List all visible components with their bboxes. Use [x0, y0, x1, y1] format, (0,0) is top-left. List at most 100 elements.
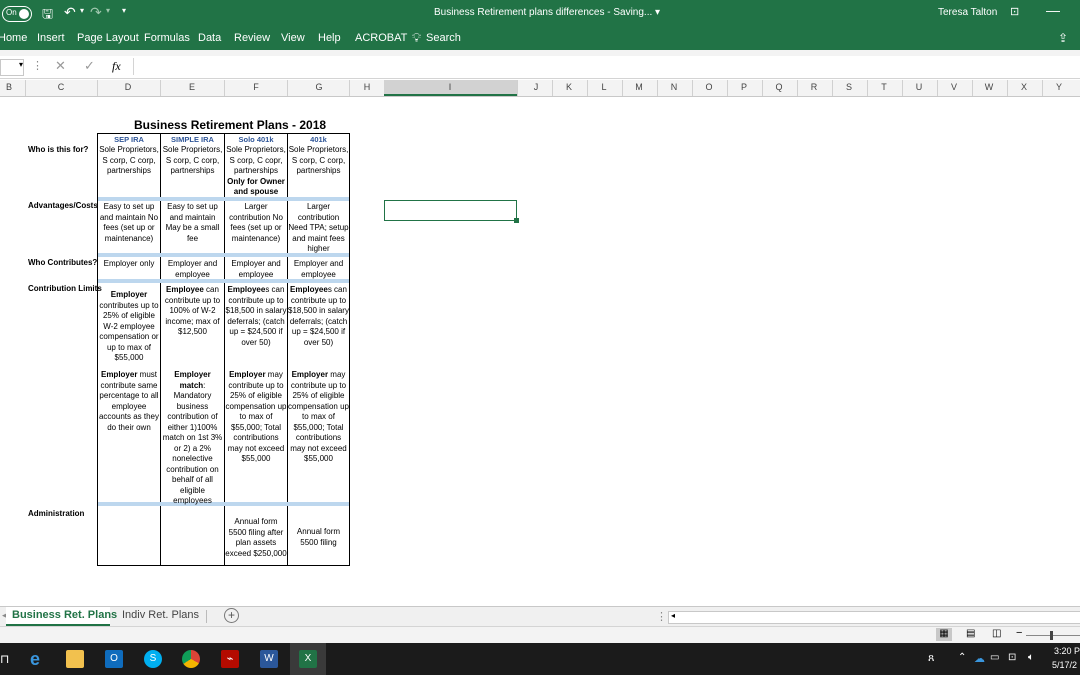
tray-chevron-icon[interactable]: ⌃ [958, 652, 966, 663]
task-view-icon[interactable]: ⊓ [0, 652, 9, 666]
user-name[interactable]: Teresa Talton [938, 7, 997, 18]
customize-qat-icon[interactable]: ▾ [122, 6, 126, 15]
cell-contrib-401k[interactable]: Employer and employee [288, 259, 349, 280]
col-header-u[interactable]: U [913, 82, 925, 92]
cell-who-sep[interactable]: Sole Proprietors, S corp, C corp, partne… [98, 145, 160, 177]
normal-view-icon[interactable]: ▦ [936, 628, 952, 641]
autosave-toggle[interactable]: On [2, 6, 32, 22]
cell-limits2-401k[interactable]: Employer may contribute up to 25% of eli… [288, 370, 349, 465]
col-header-v[interactable]: V [948, 82, 960, 92]
edge-icon[interactable]: e [30, 650, 48, 668]
sheet-tab-indiv-ret-plans[interactable]: Indiv Ret. Plans [122, 609, 199, 621]
page-layout-view-icon[interactable]: ▤ [966, 628, 975, 639]
cell-admin-solo[interactable]: Annual form 5500 filing after plan asset… [225, 517, 287, 559]
cancel-icon[interactable]: ✕ [55, 58, 66, 74]
redo-icon[interactable]: ↷ [90, 4, 102, 21]
cell-contrib-solo[interactable]: Employer and employee [225, 259, 287, 280]
tab-data[interactable]: Data [198, 32, 221, 44]
redo-dropdown-icon[interactable]: ▾ [106, 6, 110, 15]
volume-icon[interactable]: 🔈︎ [1028, 652, 1034, 663]
col-header-i-selected[interactable]: I [384, 80, 517, 96]
excel-icon[interactable]: X [299, 650, 317, 668]
file-explorer-icon[interactable] [66, 650, 84, 668]
cell-contrib-sep[interactable]: Employer only [98, 259, 160, 270]
share-icon[interactable]: ⇪ [1058, 31, 1068, 45]
col-header-m[interactable]: M [633, 82, 645, 92]
name-box[interactable]: ▾ [0, 59, 24, 76]
save-icon[interactable]: 🖫 [42, 5, 53, 27]
word-icon[interactable]: W [260, 650, 278, 668]
col-header-s[interactable]: S [843, 82, 855, 92]
undo-icon[interactable]: ↶ [64, 4, 76, 21]
col-header-n[interactable]: N [668, 82, 680, 92]
cell-contrib-simple[interactable]: Employer and employee [161, 259, 224, 280]
cell-who-solo[interactable]: Sole Proprietors, S corp, C copr, partne… [225, 145, 287, 198]
col-header-b[interactable]: B [4, 82, 14, 92]
col-header-x[interactable]: X [1018, 82, 1030, 92]
insert-function-icon[interactable]: fx [112, 59, 121, 74]
enter-icon[interactable]: ✓ [84, 58, 95, 74]
zoom-slider[interactable] [1026, 635, 1080, 636]
cell-limits2-solo[interactable]: Employer may contribute up to 25% of eli… [225, 370, 287, 465]
zoom-slider-thumb[interactable] [1050, 631, 1053, 640]
cell-limits2-simple[interactable]: Employer match: Mandatory business contr… [161, 370, 224, 507]
ribbon-display-icon[interactable]: ⊡ [1010, 5, 1019, 18]
clock-time[interactable]: 3:20 P [1054, 646, 1080, 656]
zoom-out-icon[interactable]: − [1016, 627, 1022, 639]
cell-limits1-simple[interactable]: Employee can contribute up to 100% of W-… [161, 285, 224, 338]
onedrive-icon[interactable]: ☁ [974, 652, 985, 665]
chrome-icon[interactable] [182, 650, 200, 668]
tab-page-layout[interactable]: Page Layout [77, 32, 139, 44]
acrobat-icon[interactable]: ⌁ [221, 650, 239, 668]
col-header-e[interactable]: E [186, 82, 198, 92]
cell-admin-401k[interactable]: Annual form 5500 filing [288, 527, 349, 548]
cell-adv-simple[interactable]: Easy to set up and maintain May be a sma… [161, 202, 224, 244]
formula-input[interactable] [133, 58, 1080, 75]
selected-cell[interactable] [384, 200, 519, 223]
col-header-k[interactable]: K [563, 82, 575, 92]
people-icon[interactable]: ጸ [928, 652, 934, 665]
clock-date[interactable]: 5/17/2 [1052, 660, 1077, 670]
col-header-q[interactable]: Q [773, 82, 785, 92]
col-header-t[interactable]: T [878, 82, 890, 92]
tab-review[interactable]: Review [234, 32, 270, 44]
cell-who-simple[interactable]: Sole Proprietors, S corp, C corp, partne… [161, 145, 224, 177]
col-header-y[interactable]: Y [1053, 82, 1065, 92]
col-header-h[interactable]: H [361, 82, 373, 92]
skype-icon[interactable]: S [144, 650, 162, 668]
col-header-o[interactable]: O [703, 82, 715, 92]
cell-adv-sep[interactable]: Easy to set up and maintain No fees (set… [98, 202, 160, 244]
sheet-tab-business-ret-plans[interactable]: Business Ret. Plans [6, 607, 117, 626]
col-header-j[interactable]: J [530, 82, 542, 92]
cell-limits1-solo[interactable]: Employees can contribute up to $18,500 i… [225, 285, 287, 348]
undo-dropdown-icon[interactable]: ▾ [80, 6, 84, 15]
horizontal-scrollbar[interactable]: ◂ [668, 611, 1080, 624]
tab-help[interactable]: Help [318, 32, 341, 44]
col-header-p[interactable]: P [738, 82, 750, 92]
tab-home[interactable]: Home [0, 32, 27, 44]
minimize-icon[interactable]: — [1046, 2, 1060, 18]
tab-formulas[interactable]: Formulas [144, 32, 190, 44]
add-sheet-icon[interactable]: + [224, 608, 239, 623]
tab-insert[interactable]: Insert [37, 32, 65, 44]
cell-who-401k[interactable]: Sole Proprietors, S corp, C corp, partne… [288, 145, 349, 177]
col-header-d[interactable]: D [122, 82, 134, 92]
cell-adv-401k[interactable]: Larger contribution Need TPA; setup and … [288, 202, 349, 255]
col-header-w[interactable]: W [983, 82, 995, 92]
col-header-l[interactable]: L [598, 82, 610, 92]
battery-icon[interactable]: ▭ [990, 652, 999, 663]
network-icon[interactable]: ⊡ [1008, 652, 1016, 663]
col-header-f[interactable]: F [250, 82, 262, 92]
col-header-r[interactable]: R [808, 82, 820, 92]
tab-acrobat[interactable]: ACROBAT [355, 32, 407, 44]
col-header-g[interactable]: G [313, 82, 325, 92]
cell-adv-solo[interactable]: Larger contribution No fees (set up or m… [225, 202, 287, 244]
scroll-left-icon[interactable]: ◂ [671, 611, 675, 620]
cell-limits2-sep[interactable]: Employer must contribute same percentage… [98, 370, 160, 433]
page-break-view-icon[interactable]: ◫ [992, 628, 1001, 639]
cell-limits1-401k[interactable]: Employees can contribute up to $18,500 i… [288, 285, 349, 348]
col-header-c[interactable]: C [55, 82, 67, 92]
cell-limits1-sep[interactable]: Employer contributes up to 25% of eligib… [98, 290, 160, 364]
tell-me-search[interactable]: Search [426, 32, 461, 44]
outlook-icon[interactable]: O [105, 650, 123, 668]
